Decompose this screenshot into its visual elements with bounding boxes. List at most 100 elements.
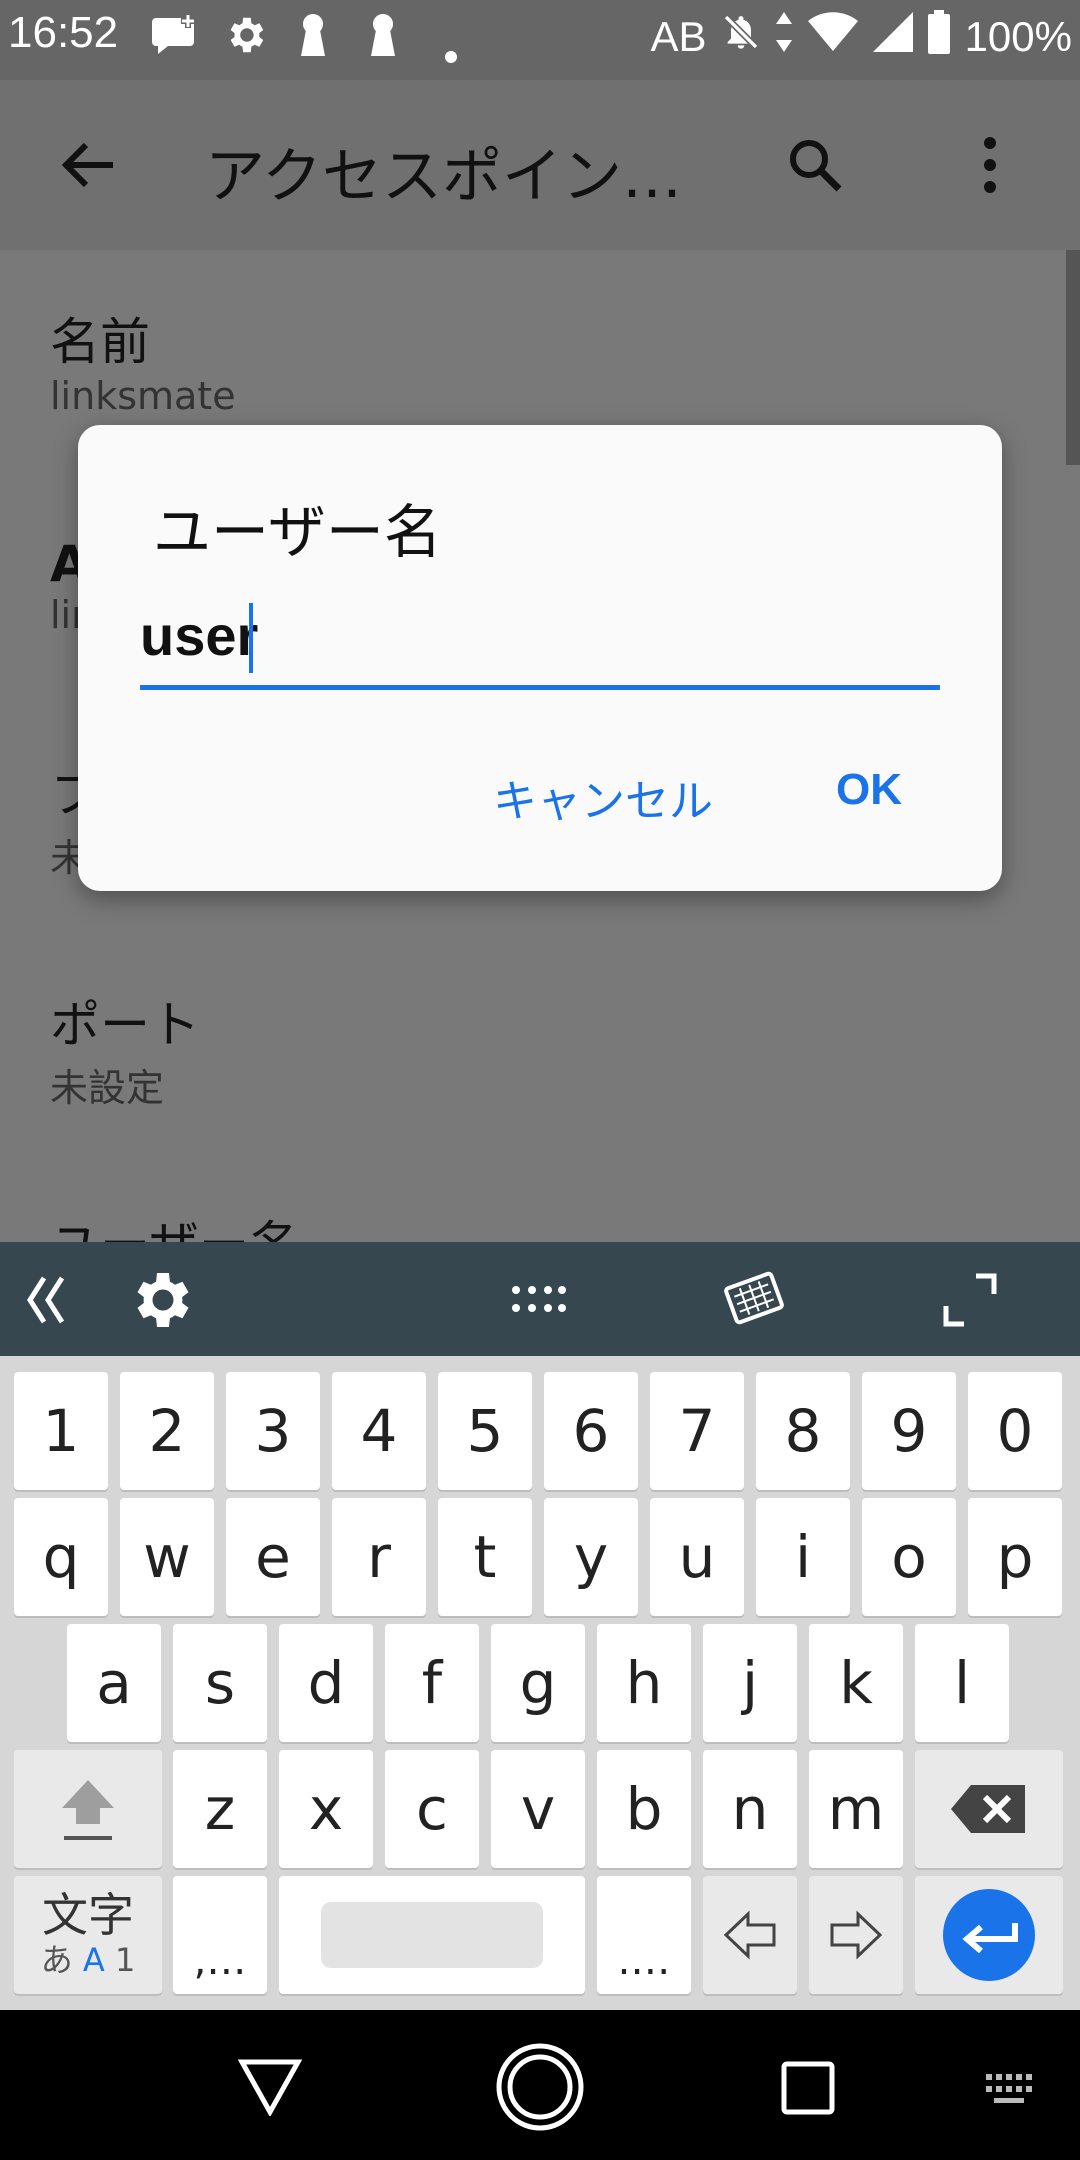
arrow-right-icon [830, 1910, 883, 1960]
key-f[interactable]: f [385, 1624, 479, 1742]
page-title: アクセスポイン… [205, 142, 682, 212]
key-0[interactable]: 0 [968, 1372, 1062, 1490]
period-key[interactable]: .… [597, 1876, 691, 1994]
key-5[interactable]: 5 [438, 1372, 532, 1490]
data-arrows-icon [775, 10, 793, 64]
pref-title: ユーザー名 [50, 1205, 299, 1242]
username-input[interactable]: user [140, 595, 940, 690]
key-1[interactable]: 1 [14, 1372, 108, 1490]
mode-key-bottom: あ A 1 [41, 1940, 136, 1980]
enter-icon [943, 1889, 1035, 1981]
keyboard-layout-icon[interactable] [722, 1268, 786, 1332]
cancel-button[interactable]: キャンセル [493, 765, 713, 829]
key-r[interactable]: r [332, 1498, 426, 1616]
keyhole-icon [368, 12, 398, 68]
search-button[interactable] [770, 120, 860, 210]
comma-key[interactable]: ,… [173, 1876, 267, 1994]
wifi-icon [807, 11, 859, 63]
keyhole-icon [298, 12, 328, 68]
key-k[interactable]: k [809, 1624, 903, 1742]
key-n[interactable]: n [703, 1750, 797, 1868]
back-triangle-icon[interactable] [237, 2058, 303, 2120]
key-y[interactable]: y [544, 1498, 638, 1616]
key-b[interactable]: b [597, 1750, 691, 1868]
more-options-button[interactable] [950, 120, 1030, 210]
pref-item-port[interactable]: ポート 未設定 [50, 985, 200, 1112]
back-arrow-icon [61, 142, 113, 188]
input-mode-key[interactable]: 文字 あ A 1 [14, 1876, 162, 1994]
key-2[interactable]: 2 [120, 1372, 214, 1490]
pref-item-name[interactable]: 名前 linksmate [50, 302, 236, 418]
shift-key[interactable] [14, 1750, 162, 1868]
recents-square-icon[interactable] [780, 2060, 836, 2120]
expand-icon[interactable] [940, 1270, 1000, 1334]
pref-title: 名前 [50, 313, 150, 371]
pref-summary: 未設定 [50, 1066, 165, 1110]
mode-key-top: 文字 [42, 1888, 134, 1942]
keyboard-switch-icon[interactable] [986, 2072, 1038, 2110]
username-input-value: user [140, 604, 259, 667]
pref-item-username[interactable]: ユーザー名 [50, 1205, 299, 1242]
mode-hiragana: あ [40, 1941, 73, 1979]
key-c[interactable]: c [385, 1750, 479, 1868]
software-keyboard: 1 2 3 4 5 6 7 8 9 0 q w e r t y u i o p … [0, 1356, 1080, 2010]
key-w[interactable]: w [120, 1498, 214, 1616]
status-right: AB 100% [651, 10, 1072, 64]
collapse-left-icon[interactable] [22, 1272, 72, 1332]
key-e[interactable]: e [226, 1498, 320, 1616]
key-d[interactable]: d [279, 1624, 373, 1742]
gear-icon [222, 12, 268, 68]
key-i[interactable]: i [756, 1498, 850, 1616]
key-t[interactable]: t [438, 1498, 532, 1616]
key-m[interactable]: m [809, 1750, 903, 1868]
arrow-left-icon [723, 1910, 776, 1960]
key-j[interactable]: j [703, 1624, 797, 1742]
key-h[interactable]: h [597, 1624, 691, 1742]
mode-number: 1 [114, 1941, 136, 1979]
key-q[interactable]: q [14, 1498, 108, 1616]
key-u[interactable]: u [650, 1498, 744, 1616]
battery-icon [927, 10, 951, 64]
mode-alpha: A [82, 1941, 105, 1979]
navigation-bar [0, 2010, 1080, 2160]
key-9[interactable]: 9 [862, 1372, 956, 1490]
back-button[interactable] [40, 125, 135, 205]
key-o[interactable]: o [862, 1498, 956, 1616]
key-7[interactable]: 7 [650, 1372, 744, 1490]
key-g[interactable]: g [491, 1624, 585, 1742]
cursor-left-key[interactable] [703, 1876, 797, 1994]
scrollbar[interactable] [1066, 250, 1080, 465]
carrier-text: AB [650, 13, 707, 60]
home-circle-icon[interactable] [495, 2042, 585, 2136]
key-4[interactable]: 4 [332, 1372, 426, 1490]
backspace-icon [951, 1785, 1025, 1833]
app-bar: アクセスポイン… [0, 80, 1080, 250]
key-z[interactable]: z [173, 1750, 267, 1868]
backspace-key[interactable] [915, 1750, 1063, 1868]
signal-icon [872, 12, 913, 62]
text-caret [249, 603, 253, 673]
ok-button[interactable]: OK [836, 765, 902, 815]
key-8[interactable]: 8 [756, 1372, 850, 1490]
status-bar: 16:52 AB 100% [0, 0, 1080, 80]
key-a[interactable]: a [67, 1624, 161, 1742]
settings-icon[interactable] [124, 1264, 196, 1340]
more-vert-icon [984, 137, 996, 193]
username-dialog: ユーザー名 user キャンセル OK [78, 425, 1002, 891]
cursor-right-key[interactable] [809, 1876, 903, 1994]
key-v[interactable]: v [491, 1750, 585, 1868]
key-s[interactable]: s [173, 1624, 267, 1742]
key-x[interactable]: x [279, 1750, 373, 1868]
key-3[interactable]: 3 [226, 1372, 320, 1490]
space-key[interactable] [279, 1876, 585, 1994]
dot-icon [444, 28, 458, 74]
key-p[interactable]: p [968, 1498, 1062, 1616]
key-l[interactable]: l [915, 1624, 1009, 1742]
grid-dots-icon[interactable] [510, 1282, 566, 1320]
dialog-title: ユーザー名 [153, 498, 442, 566]
enter-key[interactable] [915, 1876, 1063, 1994]
space-bar-shape [321, 1902, 543, 1968]
search-icon [790, 140, 842, 192]
key-6[interactable]: 6 [544, 1372, 638, 1490]
pref-title: ポート [50, 996, 200, 1054]
